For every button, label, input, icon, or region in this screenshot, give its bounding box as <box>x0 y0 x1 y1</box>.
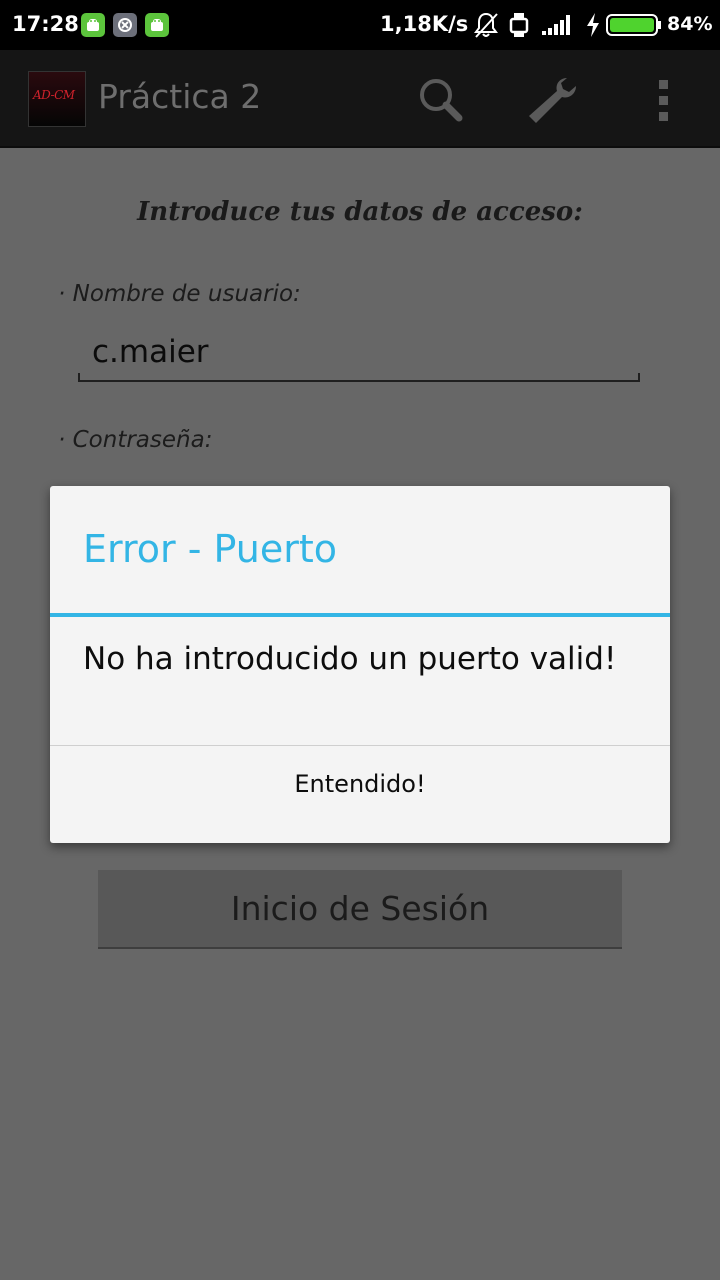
search-button[interactable] <box>412 72 468 128</box>
settings-button[interactable] <box>523 72 579 128</box>
dialog-ok-button[interactable]: Entendido! <box>50 746 670 843</box>
android-notification-icon <box>113 13 137 37</box>
status-bar: 17:28 1,18K/s 84% <box>0 0 720 50</box>
action-bar: AD-CM Práctica 2 <box>0 50 720 148</box>
battery-fill <box>610 18 654 32</box>
input-edge-left <box>78 373 80 382</box>
watch-icon <box>508 11 530 43</box>
network-speed: 1,18K/s <box>380 12 469 36</box>
wrench-icon <box>523 72 579 128</box>
form-heading: Introduce tus datos de acceso: <box>137 197 583 227</box>
android-notification-icon <box>145 13 169 37</box>
username-value: c.maier <box>92 334 209 370</box>
dialog-title: Error - Puerto <box>83 527 337 571</box>
signal-icon <box>541 14 573 40</box>
overflow-menu-icon <box>636 72 692 128</box>
status-time: 17:28 <box>12 12 79 36</box>
charging-icon <box>585 12 601 42</box>
error-dialog: Error - Puerto No ha introducido un puer… <box>50 486 670 843</box>
username-input[interactable]: c.maier <box>78 330 640 382</box>
dialog-message: No ha introducido un puerto valid! <box>83 641 617 677</box>
input-edge-right <box>638 373 640 382</box>
android-notification-icon <box>81 13 105 37</box>
password-label: · Contraseña: <box>58 427 213 453</box>
login-button[interactable]: Inicio de Sesión <box>98 870 622 949</box>
app-logo[interactable]: AD-CM <box>28 71 86 127</box>
overflow-menu-button[interactable] <box>636 72 692 128</box>
dialog-title-divider <box>50 613 670 617</box>
app-logo-text: AD-CM <box>33 88 75 102</box>
battery-percent: 84% <box>667 13 713 35</box>
battery-icon <box>606 13 662 41</box>
search-icon <box>412 72 468 128</box>
notifications-muted-icon <box>473 11 499 43</box>
username-label: · Nombre de usuario: <box>58 281 301 307</box>
page-title: Práctica 2 <box>98 77 262 116</box>
